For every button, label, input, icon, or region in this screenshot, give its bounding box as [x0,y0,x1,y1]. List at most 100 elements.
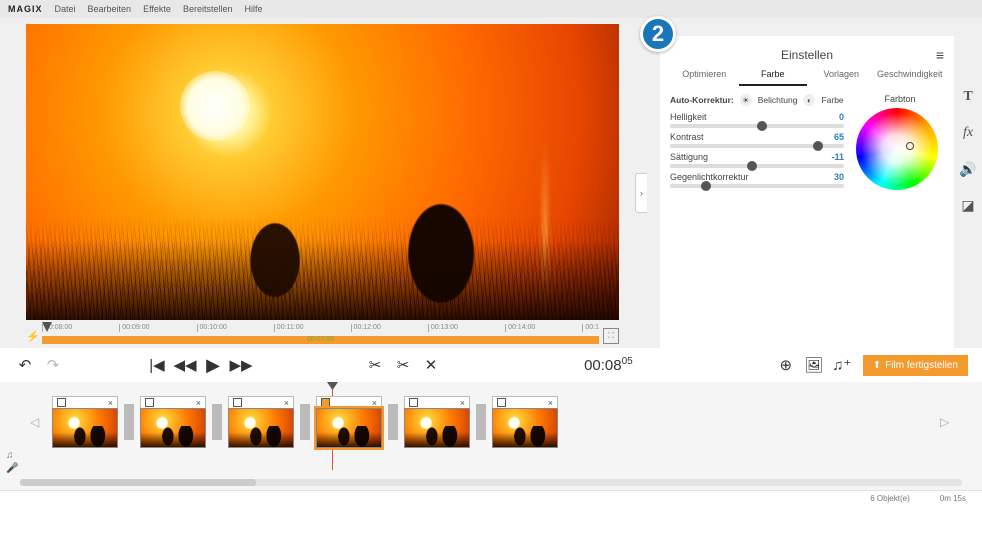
transition-handle[interactable] [212,404,222,440]
timeline-scroll-left[interactable]: ◁ [30,415,42,429]
preview-ruler[interactable]: ⚡ 00:08:0000:09:0000:10:0000:11:0000:12:… [26,324,619,348]
tab-templates[interactable]: Vorlagen [807,66,876,86]
forward-icon[interactable]: ▶▶ [230,354,252,376]
clip-thumbnail[interactable] [52,408,118,448]
split-icon[interactable]: ✂ [392,354,414,376]
clip-close-icon[interactable]: × [108,398,113,408]
clip-thumbnail[interactable] [228,408,294,448]
timeline-row: ◁ × × × × × × ▷ [0,388,982,456]
panel-expand-handle[interactable]: › [635,173,647,213]
slider-kontrast: Kontrast65 [670,132,844,148]
timecode-display: 00:0805 [584,356,633,374]
mic-track-icon[interactable]: 🎤 [6,463,18,474]
clip-2[interactable]: × [140,396,206,448]
hue-label: Farbton [856,94,944,104]
menu-effects[interactable]: Effekte [143,4,171,14]
transition-handle[interactable] [124,404,134,440]
tab-speed[interactable]: Geschwindigkeit [876,66,945,86]
music-track-icon[interactable]: ♫ [6,450,18,461]
slider-gegenlichtkorrektur: Gegenlichtkorrektur30 [670,172,844,188]
contrast-tool-icon[interactable]: ◪ [959,196,977,214]
tab-optimize[interactable]: Optimieren [670,66,739,86]
flash-icon[interactable]: ⚡ [26,330,38,343]
audio-track-icons: ♫ 🎤 [6,450,18,474]
timeline-scroll-right[interactable]: ▷ [940,415,952,429]
add-media-icon[interactable]: ⊕ [775,354,797,376]
menu-bar: MAGIX Datei Bearbeiten Effekte Bereitste… [0,0,982,18]
clip-checkbox[interactable] [233,398,242,407]
clip-checkbox[interactable] [321,398,330,407]
add-music-icon[interactable]: ♫⁺ [831,354,853,376]
clip-checkbox[interactable] [409,398,418,407]
color-wheel[interactable] [856,108,938,190]
ruler-ticks: 00:08:0000:09:0000:10:0000:11:0000:12:00… [42,324,599,336]
right-toolbar: T fx 🔊 ◪ [957,88,979,214]
clip-thumbnail[interactable] [404,408,470,448]
export-button[interactable]: ⬆ Film fertigstellen [863,355,968,376]
slider-thumb[interactable] [757,121,767,131]
menu-edit[interactable]: Bearbeiten [88,4,132,14]
clip-close-icon[interactable]: × [196,398,201,408]
step-badge: 2 [640,16,676,52]
menu-file[interactable]: Datei [55,4,76,14]
undo-icon[interactable]: ↶ [14,354,36,376]
timeline-scrollbar[interactable] [20,479,962,486]
slider-thumb[interactable] [747,161,757,171]
color-icon[interactable]: ◐ [803,94,815,106]
clip-checkbox[interactable] [57,398,66,407]
slider-thumb[interactable] [813,141,823,151]
slider-track[interactable] [670,164,844,168]
clip-thumbnail[interactable] [492,408,558,448]
transition-handle[interactable] [388,404,398,440]
clip-thumbnail[interactable] [316,408,382,448]
fx-tool-icon[interactable]: fx [959,124,977,142]
fullscreen-icon[interactable]: ⛶ [603,328,619,344]
panel-title: Einstellen [781,48,833,62]
menu-help[interactable]: Hilfe [244,4,262,14]
split-left-icon[interactable]: ✂ [364,354,386,376]
clip-6[interactable]: × [492,396,558,448]
clip-1[interactable]: × [52,396,118,448]
menu-share[interactable]: Bereitstellen [183,4,233,14]
clip-5[interactable]: × [404,396,470,448]
add-photo-icon[interactable]: 🖼 [803,354,825,376]
timeline-scrollbar-thumb[interactable] [20,479,256,486]
clip-thumbnail[interactable] [140,408,206,448]
transition-handle[interactable] [300,404,310,440]
slider-track[interactable] [670,184,844,188]
status-duration: 0m 15s [940,494,966,503]
slider-track[interactable] [670,144,844,148]
main-area: ⚡ 00:08:0000:09:0000:10:0000:11:0000:12:… [0,18,982,348]
clip-close-icon[interactable]: × [284,398,289,408]
video-preview[interactable] [26,24,619,320]
slider-helligkeit: Helligkeit0 [670,112,844,128]
exposure-icon[interactable]: ☀ [740,94,752,106]
ruler-time-label: 00:07:08 [307,336,334,343]
tab-color[interactable]: Farbe [739,66,808,86]
clip-3[interactable]: × [228,396,294,448]
transition-handle[interactable] [476,404,486,440]
delete-icon[interactable]: ✕ [420,354,442,376]
rewind-icon[interactable]: ◀◀ [174,354,196,376]
clip-close-icon[interactable]: × [460,398,465,408]
play-icon[interactable]: ▶ [202,354,224,376]
text-tool-icon[interactable]: T [959,88,977,106]
timeline: ◁ × × × × × × ▷ ♫ 🎤 [0,382,982,490]
skip-start-icon[interactable]: |◀ [146,354,168,376]
transport-bar: ↶ ↷ |◀ ◀◀ ▶ ▶▶ ✂ ✂ ✕ 00:0805 ⊕ 🖼 ♫⁺ ⬆ Fi… [0,348,982,382]
clip-4[interactable]: × [316,396,382,448]
color-wheel-picker[interactable] [906,142,914,150]
clip-close-icon[interactable]: × [548,398,553,408]
clip-close-icon[interactable]: × [372,398,377,408]
audio-tool-icon[interactable]: 🔊 [959,160,977,178]
color-sliders: Auto-Korrektur: ☀ Belichtung ◐ Farbe Hel… [670,94,844,192]
redo-icon[interactable]: ↷ [42,354,64,376]
slider-track[interactable] [670,124,844,128]
slider-thumb[interactable] [701,181,711,191]
status-bar: 6 Objekt(e) 0m 15s [0,490,982,506]
clip-checkbox[interactable] [497,398,506,407]
hamburger-icon[interactable]: ≡ [936,47,944,63]
clip-checkbox[interactable] [145,398,154,407]
upload-icon: ⬆ [873,360,881,371]
panel-tabs: Optimieren Farbe Vorlagen Geschwindigkei… [670,66,944,86]
